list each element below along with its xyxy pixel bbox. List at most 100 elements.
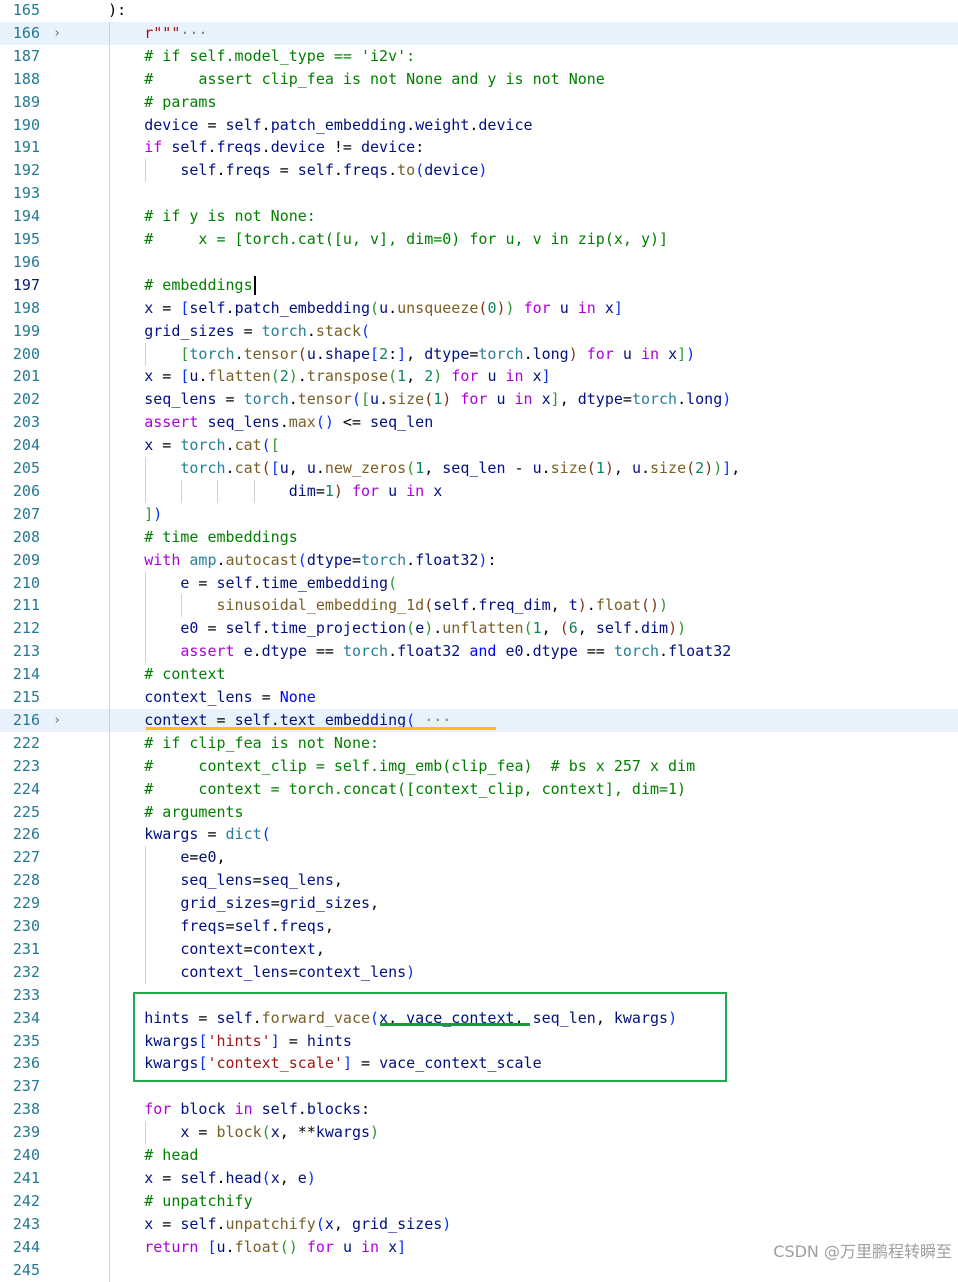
code-line[interactable]: 190 device = self.patch_embedding.weight… [0, 113, 958, 137]
code-token: . [379, 390, 389, 409]
code-line[interactable]: 228 seq_lens=seq_lens, [0, 869, 958, 893]
code-token: , [613, 459, 632, 477]
code-token: torch [613, 642, 660, 661]
code-line[interactable]: 194 # if y is not None: [0, 205, 958, 229]
code-line[interactable]: 227 e=e0, [0, 846, 958, 870]
code-line[interactable]: 205 torch.cat([u, u.new_zeros(1, seq_len… [0, 457, 958, 480]
code-line[interactable]: 199 grid_sizes = torch.stack( [0, 319, 958, 343]
code-token: t [568, 596, 578, 615]
code-line[interactable]: 229 grid_sizes=grid_sizes, [0, 892, 958, 916]
code-token: ) [668, 619, 678, 638]
code-token: freqs [225, 161, 271, 180]
code-line[interactable]: 232 context_lens=context_lens) [0, 960, 958, 984]
code-line[interactable]: 226 kwargs = dict( [0, 823, 958, 847]
indent-guide [108, 571, 110, 595]
code-line[interactable]: 195 # x = [torch.cat([u, v], dim=0) for … [0, 228, 958, 251]
code-line[interactable]: 204 x = torch.cat([ [0, 434, 958, 458]
code-line[interactable]: 196 [0, 250, 958, 274]
code-line[interactable]: 189 # params [0, 90, 958, 114]
yellow-underline-annotation [146, 727, 496, 730]
code-line[interactable]: 165 ): [0, 0, 958, 22]
code-token: self [297, 161, 334, 180]
code-line[interactable]: 188 # assert clip_fea is not None and y … [0, 67, 958, 91]
code-token: ] [613, 298, 623, 317]
code-token: self [225, 619, 262, 638]
indent-guide [144, 869, 146, 893]
indent-guide [144, 159, 146, 183]
line-number: 231 [12, 939, 40, 958]
code-token: = [153, 298, 181, 317]
line-number: 232 [12, 962, 40, 981]
code-line[interactable]: 225 # arguments [0, 800, 958, 824]
code-line[interactable]: 193 [0, 182, 958, 206]
line-number: 190 [12, 115, 40, 134]
code-token: x [388, 1237, 398, 1256]
line-number: 195 [12, 230, 40, 248]
code-token: ( [406, 619, 416, 638]
code-line[interactable]: 209 with amp.autocast(dtype=torch.float3… [0, 548, 958, 572]
indent-guide [108, 1144, 110, 1167]
code-token: u [622, 344, 632, 363]
code-token: u [532, 459, 542, 477]
code-line[interactable]: 222 # if clip_fea is not None: [0, 731, 958, 755]
code-line[interactable]: 166 › r"""··· [0, 21, 958, 45]
code-line[interactable]: 201 x = [u.flatten(2).transpose(1, 2) fo… [0, 365, 958, 389]
code-token: 2 [379, 344, 389, 363]
code-token: context [180, 939, 244, 958]
code-token: . [315, 344, 325, 363]
code-line[interactable]: 238 for block in self.blocks: [0, 1098, 958, 1122]
code-token: float [234, 1237, 280, 1256]
code-line[interactable]: 203 assert seq_lens.max() <= seq_len [0, 411, 958, 435]
code-token: u [559, 298, 569, 317]
code-line[interactable]: 206 dim=1) for u in x [0, 479, 958, 503]
code-line[interactable]: 200 [torch.tensor(u.shape[2:], dtype=tor… [0, 342, 958, 366]
code-token: cat [234, 459, 262, 477]
code-token: dtype [306, 550, 352, 569]
code-line[interactable]: 240 # head [0, 1144, 958, 1167]
line-number: 209 [12, 550, 40, 569]
code-line[interactable]: 242 # unpatchify [0, 1189, 958, 1213]
code-line[interactable]: 187 # if self.model_type == 'i2v': [0, 44, 958, 68]
code-line[interactable]: 223 # context_clip = self.img_emb(clip_f… [0, 754, 958, 778]
code-line[interactable]: 208 # time embeddings [0, 525, 958, 549]
code-token: ) [568, 344, 578, 363]
code-token: ( [523, 619, 533, 638]
code-text: e=e0, [72, 846, 225, 869]
code-line[interactable]: 224 # context = torch.concat([context_cl… [0, 777, 958, 801]
code-line[interactable]: 231 context=context, [0, 937, 958, 961]
code-line[interactable]: 214 # context [0, 663, 958, 687]
code-line[interactable]: 243 x = self.unpatchify(x, grid_sizes) [0, 1212, 958, 1236]
code-token: ( [261, 1123, 271, 1142]
code-line[interactable]: 210 e = self.time_embedding( [0, 571, 958, 595]
code-line[interactable]: 192 self.freqs = self.freqs.to(device) [0, 159, 958, 183]
code-line[interactable]: 213 assert e.dtype == torch.float32 and … [0, 640, 958, 664]
code-token: , [541, 619, 560, 638]
line-number: 166 [12, 23, 40, 42]
code-token: . [216, 1214, 226, 1233]
indent-guide [181, 479, 183, 503]
code-text: x = self.unpatchify(x, grid_sizes) [72, 1213, 451, 1236]
code-line[interactable]: 207 ]) [0, 502, 958, 526]
code-line[interactable]: 215 context_lens = None [0, 686, 958, 709]
code-line[interactable]: 212 e0 = self.time_projection(e).unflatt… [0, 617, 958, 641]
code-line[interactable]: 211 sinusoidal_embedding_1d(self. freq_di… [0, 594, 958, 618]
code-line[interactable]: 198 x = [self.patch_embedding(u.unsqueez… [0, 296, 958, 320]
fold-chevron-icon[interactable]: › [50, 709, 64, 732]
code-line[interactable]: 230 freqs=self.freqs, [0, 915, 958, 938]
code-line[interactable]: 197 # embeddings [0, 273, 958, 297]
code-token: . [234, 344, 244, 363]
indent-guide [108, 1258, 110, 1282]
code-line[interactable]: 241 x = self.head(x, e) [0, 1166, 958, 1190]
indent-guide [108, 1075, 110, 1099]
code-line[interactable]: 239 x = block(x, **kwargs) [0, 1121, 958, 1145]
indent-guide [217, 479, 219, 503]
code-line[interactable]: 202 seq_lens = torch.tensor([u.size(1) f… [0, 388, 958, 412]
code-text: dim=1) for u in x [72, 480, 443, 503]
code-token: context_lens [180, 962, 289, 981]
code-line[interactable]: 191 if self.freqs.device != device: [0, 136, 958, 160]
indent-guide [144, 479, 146, 503]
fold-chevron-icon[interactable]: › [50, 22, 64, 45]
